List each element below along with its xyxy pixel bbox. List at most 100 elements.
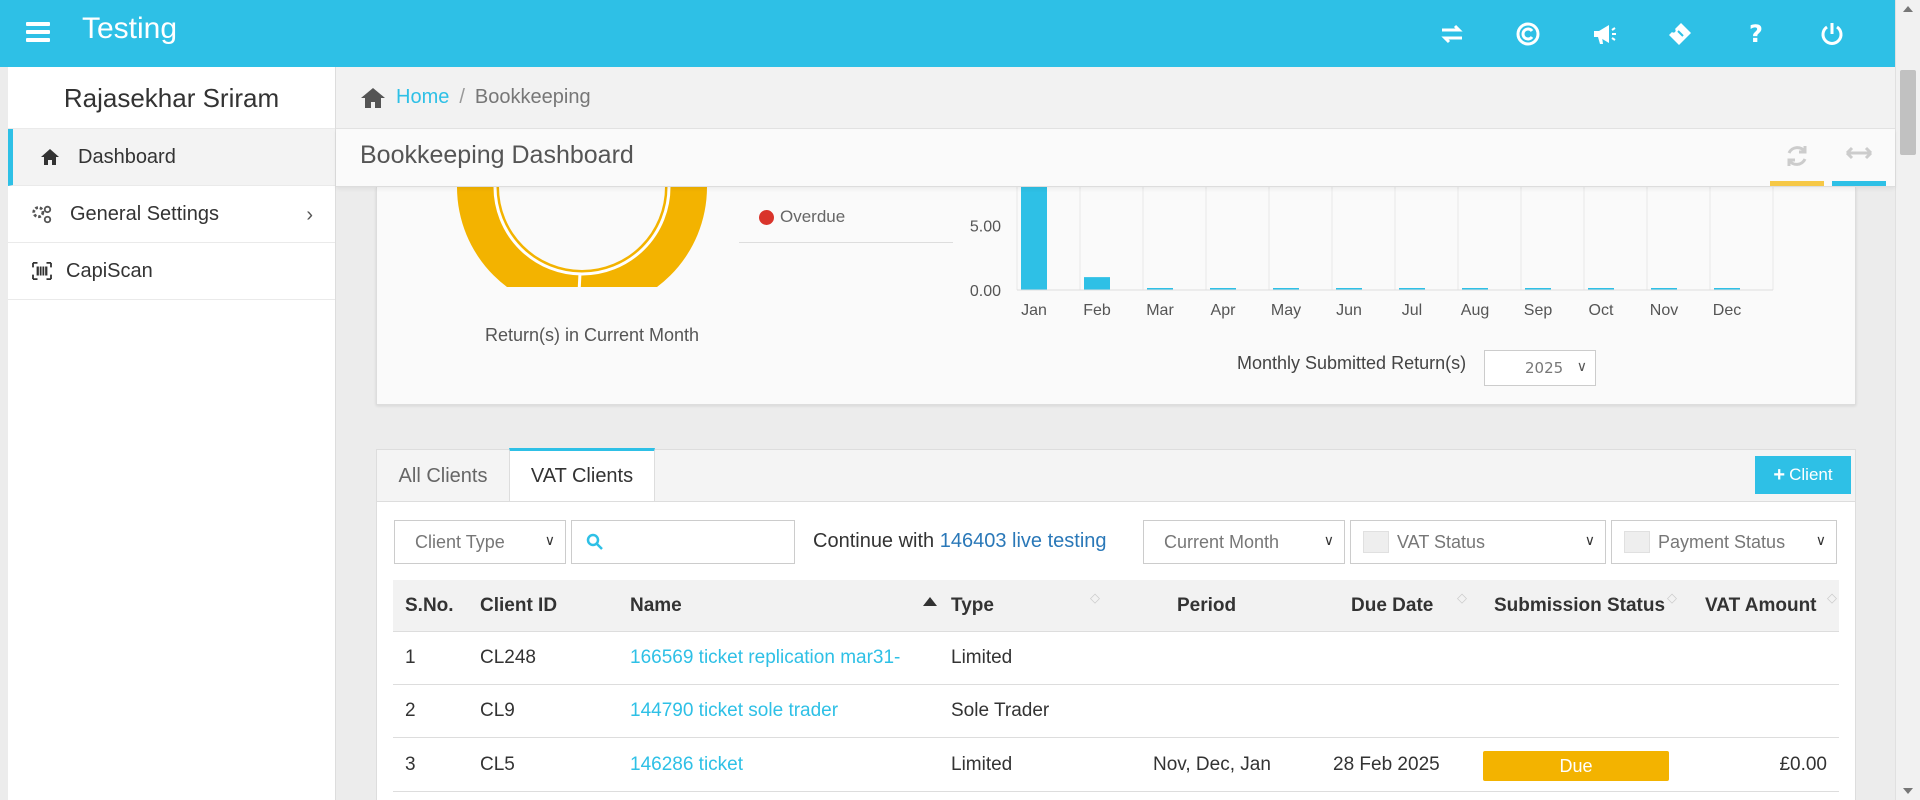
- expand-button[interactable]: [1832, 143, 1886, 186]
- col-sno[interactable]: S.No.: [405, 595, 454, 617]
- page-title-bar: Bookkeeping Dashboard: [336, 129, 1895, 187]
- x-tick-label: Jul: [1402, 302, 1422, 319]
- breadcrumb: Home / Bookkeeping: [336, 67, 1895, 129]
- chevron-down-icon: ∨: [1584, 532, 1595, 548]
- search-icon: [586, 533, 603, 550]
- client-type-select[interactable]: Client Type ∨: [394, 520, 566, 564]
- home-icon[interactable]: [360, 86, 386, 110]
- table-row[interactable]: 3 CL5 146286 ticket Limited Nov, Dec, Ja…: [393, 739, 1839, 792]
- copyright-icon[interactable]: [1490, 0, 1566, 67]
- scroll-down-arrow-icon[interactable]: [1903, 788, 1913, 794]
- search-input[interactable]: [571, 520, 795, 564]
- vertical-scrollbar[interactable]: [1895, 0, 1920, 800]
- y-tick-label: 5.00: [970, 219, 1001, 236]
- hamburger-menu-icon[interactable]: [26, 22, 50, 42]
- year-select-value: 2025: [1525, 359, 1564, 377]
- legend-item-overdue[interactable]: Overdue: [759, 207, 845, 227]
- breadcrumb-home-link[interactable]: Home: [396, 86, 449, 109]
- cell-type: Sole Trader: [951, 700, 1050, 721]
- continue-link[interactable]: 146403 live testing: [940, 530, 1107, 552]
- vat-status-checkbox: [1363, 531, 1389, 553]
- table-row[interactable]: 1 CL248 166569 ticket replication mar31-…: [393, 632, 1839, 685]
- tab-vat-clients[interactable]: VAT Clients: [509, 448, 655, 502]
- bar-feb[interactable]: [1084, 277, 1110, 290]
- main-content: Return(s) in Current Month Overdue 5.00 0…: [336, 187, 1895, 800]
- period-value: Current Month: [1164, 532, 1280, 552]
- cell-sno: 1: [405, 647, 416, 668]
- col-name[interactable]: Name: [630, 595, 682, 617]
- table-header: S.No. Client ID Name Type ◇ Period Due D…: [393, 580, 1839, 632]
- sort-icon[interactable]: ◇: [1667, 592, 1677, 605]
- year-select[interactable]: 2025 ∨: [1484, 350, 1596, 386]
- cell-type: Limited: [951, 647, 1013, 668]
- x-tick-label: Apr: [1211, 302, 1237, 319]
- y-tick-label: 0.00: [970, 283, 1001, 300]
- home-icon: [38, 145, 62, 169]
- col-due-date[interactable]: Due Date: [1351, 595, 1433, 617]
- client-type-placeholder: Client Type: [415, 532, 505, 552]
- add-client-button[interactable]: + Client: [1755, 456, 1851, 494]
- donut-legend: Overdue: [739, 187, 953, 243]
- sidebar-item-capiscan[interactable]: CapiScan: [8, 243, 335, 300]
- period-select[interactable]: Current Month ∨: [1143, 520, 1345, 564]
- sort-icon[interactable]: ◇: [1457, 592, 1467, 605]
- chevron-down-icon: ∨: [544, 532, 555, 548]
- monthly-bar-chart: 5.00 0.00 Jan Feb Mar Apr May Jun Jul Aug Sep Oct No…: [970, 187, 1774, 319]
- cell-due-date: 28 Feb 2025: [1333, 754, 1440, 775]
- legend-dot: [759, 209, 774, 225]
- payment-status-select[interactable]: Payment Status ∨: [1611, 520, 1837, 564]
- cell-type: Limited: [951, 754, 1013, 775]
- refresh-icon: [1787, 146, 1807, 166]
- x-tick-label: May: [1271, 302, 1301, 319]
- megaphone-icon[interactable]: [1566, 0, 1642, 67]
- cell-sno: 2: [405, 700, 416, 721]
- cell-name-link[interactable]: 146286 ticket: [630, 754, 743, 776]
- col-type[interactable]: Type: [951, 595, 994, 617]
- sidebar-item-label: General Settings: [70, 202, 219, 225]
- payment-status-checkbox: [1624, 531, 1650, 553]
- help-icon[interactable]: ?: [1718, 0, 1794, 67]
- sidebar-user-name: Rajasekhar Sriram: [8, 67, 335, 129]
- sort-asc-icon[interactable]: [923, 597, 937, 606]
- sort-icon[interactable]: ◇: [1090, 592, 1100, 605]
- donut-segment: [457, 187, 707, 287]
- sidebar-item-dashboard[interactable]: Dashboard: [8, 129, 335, 186]
- tab-all-clients[interactable]: All Clients: [377, 450, 509, 502]
- breadcrumb-separator: /: [459, 86, 465, 108]
- table-row[interactable]: 2 CL9 144790 ticket sole trader Sole Tra…: [393, 685, 1839, 738]
- x-tick-label: Jan: [1021, 302, 1047, 319]
- cell-period: Nov, Dec, Jan: [1153, 754, 1271, 775]
- x-tick-label: Sep: [1524, 302, 1553, 319]
- status-badge: Due: [1483, 751, 1669, 781]
- scroll-up-arrow-icon[interactable]: [1903, 6, 1913, 12]
- sidebar-item-general-settings[interactable]: General Settings ›: [8, 186, 335, 243]
- col-client-id[interactable]: Client ID: [480, 595, 557, 617]
- horizontal-arrows-icon: [1845, 146, 1873, 160]
- transfer-icon[interactable]: [1414, 0, 1490, 67]
- cell-name-link[interactable]: 144790 ticket sole trader: [630, 700, 838, 722]
- sidebar-item-label: Dashboard: [78, 145, 176, 168]
- sidebar-item-label: CapiScan: [66, 259, 153, 282]
- x-tick-label: Nov: [1650, 302, 1678, 319]
- col-submission-status[interactable]: Submission Status: [1494, 595, 1665, 617]
- payment-status-placeholder: Payment Status: [1658, 532, 1786, 552]
- x-tick-label: Oct: [1589, 302, 1614, 319]
- add-client-label: Client: [1789, 465, 1833, 484]
- page-title: Bookkeeping Dashboard: [360, 141, 634, 169]
- vat-status-select[interactable]: VAT Status ∨: [1350, 520, 1606, 564]
- power-icon[interactable]: [1794, 0, 1870, 67]
- col-vat-amount[interactable]: VAT Amount: [1705, 595, 1817, 617]
- chevron-right-icon: ›: [306, 204, 313, 226]
- col-period[interactable]: Period: [1177, 595, 1236, 617]
- scroll-thumb[interactable]: [1900, 70, 1916, 155]
- refresh-button[interactable]: [1770, 143, 1824, 186]
- chart-panel: Return(s) in Current Month Overdue 5.00 0…: [376, 187, 1856, 405]
- ticket-icon[interactable]: [1642, 0, 1718, 67]
- bar-jan[interactable]: [1021, 187, 1047, 290]
- donut-chart: [457, 187, 707, 287]
- x-tick-label: Feb: [1083, 302, 1111, 319]
- sort-icon[interactable]: ◇: [1827, 592, 1837, 605]
- app-title: Testing: [82, 12, 178, 45]
- cell-name-link[interactable]: 166569 ticket replication mar31-: [630, 647, 900, 669]
- x-tick-label: Aug: [1461, 302, 1489, 319]
